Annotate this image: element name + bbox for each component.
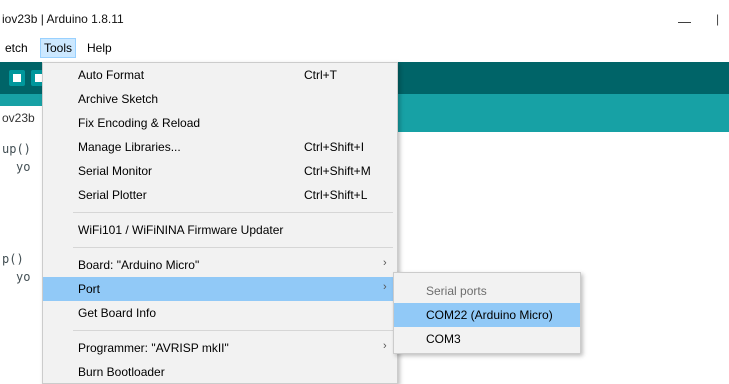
port-item-label: COM22 (Arduino Micro) xyxy=(426,308,553,322)
port-submenu: Serial ports COM22 (Arduino Micro) COM3 xyxy=(393,272,581,354)
menu-item-firmware-updater[interactable]: WiFi101 / WiFiNINA Firmware Updater xyxy=(43,218,397,242)
menu-separator xyxy=(73,212,393,213)
title-bar: iov23b | Arduino 1.8.11 — | xyxy=(0,0,729,36)
menu-bar: etch Tools Help xyxy=(0,38,729,58)
code-line: p() xyxy=(2,252,24,266)
menu-separator xyxy=(73,247,393,248)
menu-item-get-board-info[interactable]: Get Board Info xyxy=(43,301,397,325)
menu-item-label: Serial Monitor xyxy=(78,164,153,178)
menu-item-shortcut: Ctrl+Shift+L xyxy=(304,188,368,202)
menu-tools[interactable]: Tools xyxy=(40,38,77,58)
menu-item-label: Port xyxy=(78,282,101,296)
menu-item-label: Get Board Info xyxy=(78,306,157,320)
menu-item-label: Archive Sketch xyxy=(78,92,159,106)
menu-separator xyxy=(73,330,393,331)
menu-item-programmer[interactable]: Programmer: "AVRISP mkII" › xyxy=(43,336,397,360)
menu-item-label: WiFi101 / WiFiNINA Firmware Updater xyxy=(78,223,284,237)
chevron-right-icon: › xyxy=(383,257,387,269)
tab-sketch[interactable]: ov23b xyxy=(0,106,44,132)
menu-sketch[interactable]: etch xyxy=(2,38,31,58)
port-item-com3[interactable]: COM3 xyxy=(394,327,580,351)
menu-item-shortcut: Ctrl+Shift+I xyxy=(304,140,365,154)
port-item-label: COM3 xyxy=(426,332,461,346)
menu-item-label: Auto Format xyxy=(78,68,145,82)
menu-item-serial-plotter[interactable]: Serial Plotter Ctrl+Shift+L xyxy=(43,183,397,207)
tools-menu: Auto Format Ctrl+T Archive Sketch Fix En… xyxy=(42,62,398,384)
menu-item-label: Burn Bootloader xyxy=(78,365,165,379)
code-line: yo xyxy=(16,270,31,284)
menu-item-label: Board: "Arduino Micro" xyxy=(78,258,200,272)
menu-item-archive-sketch[interactable]: Archive Sketch xyxy=(43,87,397,111)
verify-button[interactable] xyxy=(9,70,25,86)
code-line: yo xyxy=(16,160,31,174)
menu-item-port[interactable]: Port › xyxy=(43,277,397,301)
tab-sketch-label: ov23b xyxy=(2,111,35,125)
verify-icon xyxy=(13,74,21,82)
submenu-header-label: Serial ports xyxy=(426,284,487,298)
menu-item-auto-format[interactable]: Auto Format Ctrl+T xyxy=(43,63,397,87)
maximize-button[interactable]: | xyxy=(716,12,719,26)
menu-item-manage-libraries[interactable]: Manage Libraries... Ctrl+Shift+I xyxy=(43,135,397,159)
menu-item-serial-monitor[interactable]: Serial Monitor Ctrl+Shift+M xyxy=(43,159,397,183)
minimize-button[interactable]: — xyxy=(678,14,691,29)
menu-item-label: Fix Encoding & Reload xyxy=(78,116,201,130)
window-title: iov23b | Arduino 1.8.11 xyxy=(2,12,124,26)
menu-item-burn-bootloader[interactable]: Burn Bootloader xyxy=(43,360,397,384)
chevron-right-icon: › xyxy=(383,340,387,352)
port-item-com22[interactable]: COM22 (Arduino Micro) xyxy=(394,303,580,327)
menu-item-label: Serial Plotter xyxy=(78,188,147,202)
code-line: up() xyxy=(2,142,31,156)
menu-help[interactable]: Help xyxy=(84,38,115,58)
menu-item-shortcut: Ctrl+Shift+M xyxy=(304,164,371,178)
submenu-header: Serial ports xyxy=(394,279,580,303)
chevron-right-icon: › xyxy=(383,281,387,293)
menu-item-board[interactable]: Board: "Arduino Micro" › xyxy=(43,253,397,277)
menu-item-fix-encoding[interactable]: Fix Encoding & Reload xyxy=(43,111,397,135)
menu-item-label: Manage Libraries... xyxy=(78,140,181,154)
menu-item-label: Programmer: "AVRISP mkII" xyxy=(78,341,229,355)
menu-item-shortcut: Ctrl+T xyxy=(304,68,337,82)
